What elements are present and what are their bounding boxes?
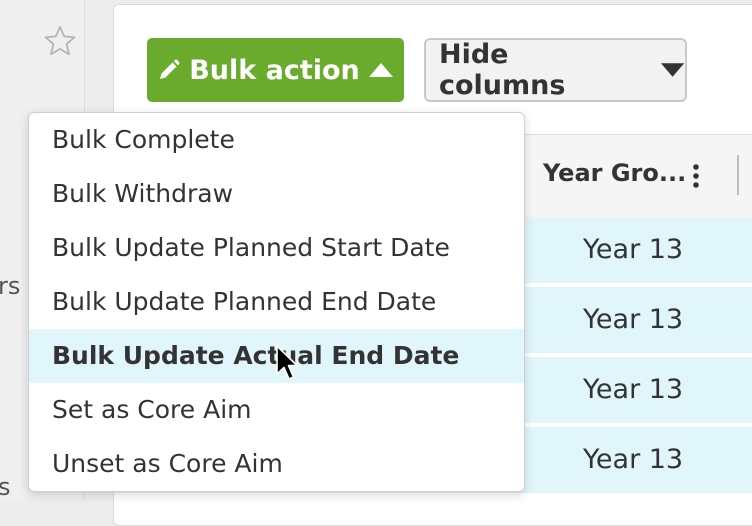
column-header-year-group[interactable]: Year Gro... [543, 159, 686, 187]
menu-item-bulk-complete[interactable]: Bulk Complete [29, 113, 524, 167]
table-cell-year-group: Year 13 [583, 304, 684, 335]
star-icon[interactable] [44, 25, 76, 57]
hide-columns-label: Hide columns [439, 39, 566, 101]
column-resize-handle[interactable] [737, 155, 739, 195]
column-menu-icon[interactable] [690, 162, 702, 190]
menu-item-bulk-update-planned-end-date[interactable]: Bulk Update Planned End Date [29, 275, 524, 329]
sidebar-item-label-fragment[interactable]: rs [0, 272, 20, 300]
menu-item-bulk-withdraw[interactable]: Bulk Withdraw [29, 167, 524, 221]
caret-up-icon [368, 63, 393, 77]
bulk-action-label: Bulk action [189, 54, 360, 86]
menu-item-set-as-core-aim[interactable]: Set as Core Aim [29, 383, 524, 437]
bulk-action-dropdown-menu: Bulk Complete Bulk Withdraw Bulk Update … [28, 112, 525, 492]
table-cell-year-group: Year 13 [583, 444, 684, 475]
menu-item-unset-as-core-aim[interactable]: Unset as Core Aim [29, 437, 524, 491]
table-cell-year-group: Year 13 [583, 374, 684, 405]
mouse-pointer-icon [276, 345, 298, 380]
table-cell-year-group: Year 13 [583, 234, 684, 265]
pencil-icon [160, 59, 180, 79]
hide-columns-button[interactable]: Hide columns [424, 38, 687, 102]
sidebar-item-label-fragment[interactable]: s [0, 473, 11, 501]
caret-down-icon [660, 63, 685, 77]
bulk-action-button[interactable]: Bulk action [147, 38, 404, 102]
menu-item-bulk-update-planned-start-date[interactable]: Bulk Update Planned Start Date [29, 221, 524, 275]
